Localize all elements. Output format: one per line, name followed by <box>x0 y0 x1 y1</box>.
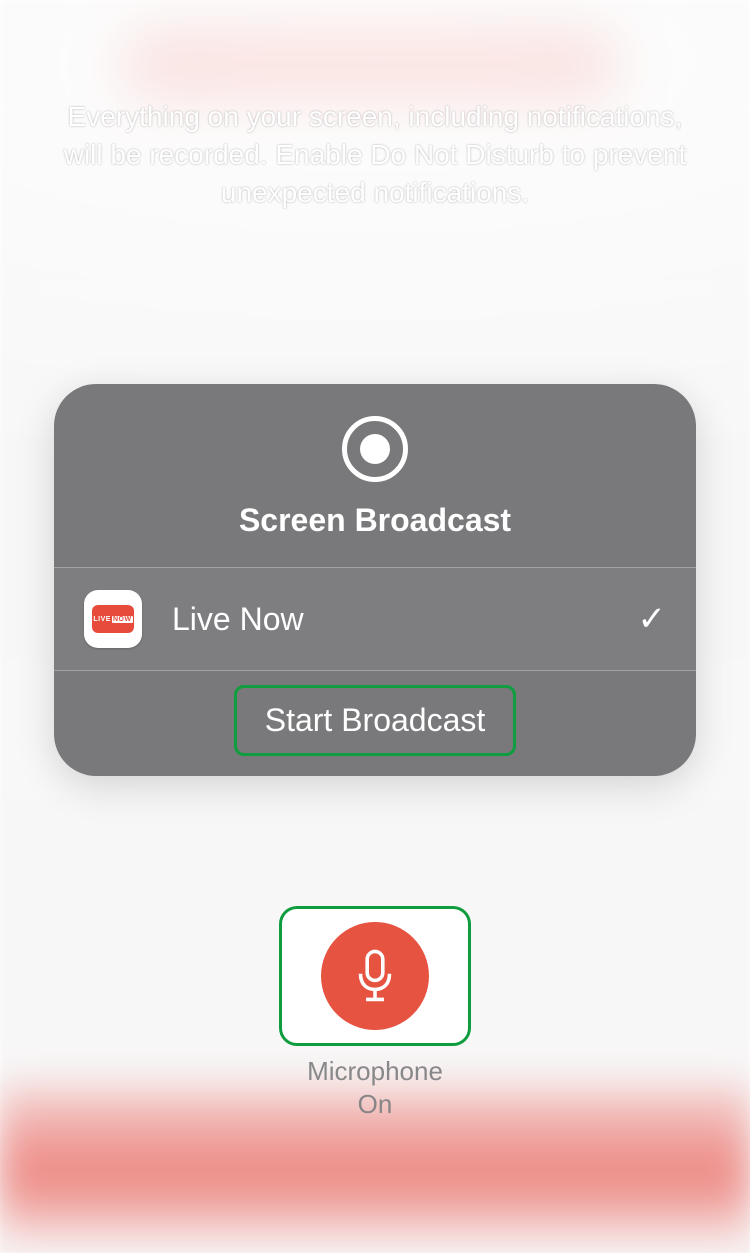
microphone-toggle[interactable] <box>279 906 471 1046</box>
microphone-label: Microphone <box>307 1056 443 1087</box>
start-broadcast-button[interactable]: Start Broadcast <box>234 685 517 756</box>
panel-title: Screen Broadcast <box>239 502 511 539</box>
record-icon <box>342 416 408 482</box>
broadcast-panel: Screen Broadcast LIVENOW Live Now ✓ Star… <box>54 384 696 776</box>
live-now-app-icon: LIVENOW <box>84 590 142 648</box>
microphone-status: On <box>358 1089 393 1120</box>
panel-header: Screen Broadcast <box>54 384 696 567</box>
recording-warning-text: Everything on your screen, including not… <box>60 98 690 211</box>
microphone-icon <box>321 922 429 1030</box>
broadcast-app-row[interactable]: LIVENOW Live Now ✓ <box>54 567 696 671</box>
checkmark-icon: ✓ <box>638 599 667 639</box>
broadcast-app-name: Live Now <box>172 601 638 638</box>
